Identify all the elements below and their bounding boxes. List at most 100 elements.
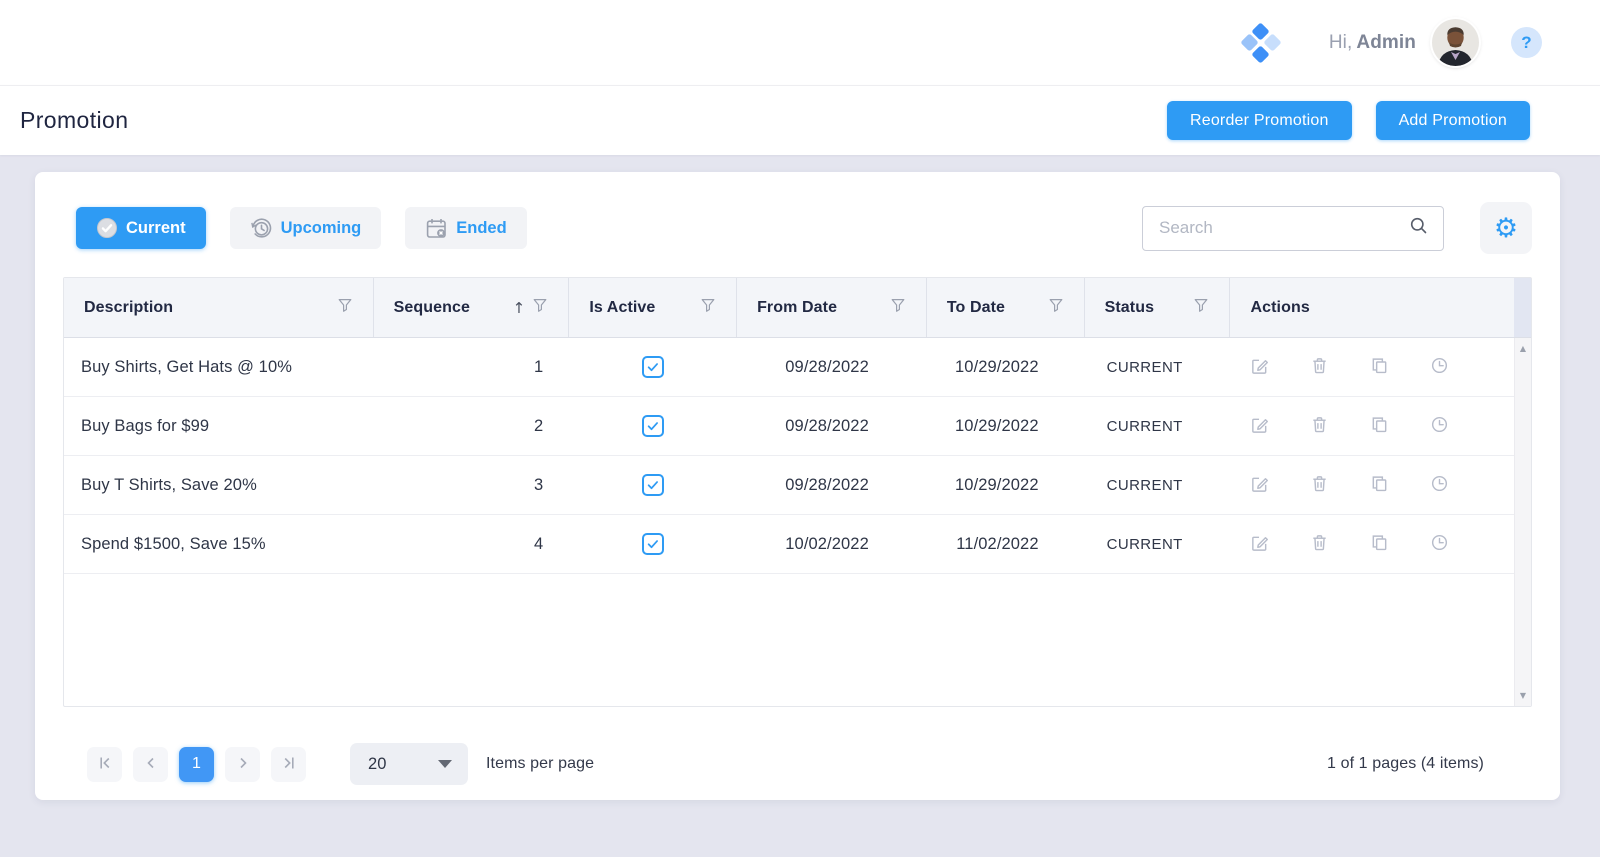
cell-from-date: 09/28/2022 — [737, 476, 927, 495]
clock-icon — [1430, 415, 1449, 437]
first-page-icon — [95, 753, 115, 776]
copy-icon — [1370, 474, 1389, 496]
cell-description: Buy Shirts, Get Hats @ 10% — [64, 358, 374, 377]
cell-sequence: 4 — [374, 535, 570, 554]
history-button[interactable] — [1430, 356, 1449, 378]
edit-button[interactable] — [1250, 533, 1269, 555]
avatar[interactable] — [1432, 19, 1479, 66]
previous-page-button[interactable] — [133, 747, 168, 782]
grid-settings-button[interactable]: ⚙ — [1480, 202, 1532, 254]
column-header-from-date[interactable]: From Date — [737, 278, 927, 337]
vertical-scrollbar[interactable]: ▲ ▼ — [1514, 338, 1531, 706]
clock-icon — [1430, 356, 1449, 378]
column-header-status[interactable]: Status — [1085, 278, 1231, 337]
is-active-checkbox[interactable] — [642, 415, 664, 437]
cell-actions — [1230, 415, 1514, 437]
column-header-actions: Actions — [1230, 278, 1514, 337]
clock-icon — [1430, 474, 1449, 496]
table-row: Buy Bags for $99 2 09/28/2022 10/29/2022… — [64, 397, 1514, 456]
history-button[interactable] — [1430, 474, 1449, 496]
is-active-checkbox[interactable] — [642, 356, 664, 378]
last-page-button[interactable] — [271, 747, 306, 782]
history-button[interactable] — [1430, 415, 1449, 437]
column-header-to-date[interactable]: To Date — [927, 278, 1085, 337]
header-scrollbar-cap — [1514, 278, 1531, 337]
tab-ended[interactable]: Ended — [405, 207, 526, 249]
gear-icon: ⚙ — [1494, 215, 1518, 242]
page-title: Promotion — [20, 107, 128, 134]
column-header-description[interactable]: Description — [64, 278, 374, 337]
cell-sequence: 3 — [374, 476, 570, 495]
page-size-select[interactable]: 20 — [350, 743, 468, 785]
clock-icon — [1430, 533, 1449, 555]
filter-icon[interactable] — [337, 297, 353, 318]
filter-icon[interactable] — [1193, 297, 1209, 318]
copy-button[interactable] — [1370, 356, 1389, 378]
cell-description: Buy T Shirts, Save 20% — [64, 476, 374, 495]
tab-current-label: Current — [126, 219, 186, 238]
scroll-down-icon[interactable]: ▼ — [1520, 691, 1526, 700]
cell-status: CURRENT — [1085, 418, 1231, 435]
next-page-button[interactable] — [225, 747, 260, 782]
edit-button[interactable] — [1250, 415, 1269, 437]
cell-to-date: 11/02/2022 — [927, 535, 1085, 554]
delete-button[interactable] — [1310, 415, 1329, 437]
delete-button[interactable] — [1310, 533, 1329, 555]
edit-button[interactable] — [1250, 474, 1269, 496]
cell-from-date: 09/28/2022 — [737, 358, 927, 377]
page-1-button[interactable]: 1 — [179, 747, 214, 782]
cell-from-date: 10/02/2022 — [737, 535, 927, 554]
help-button[interactable]: ? — [1511, 27, 1542, 58]
sort-ascending-icon: ↑ — [513, 299, 526, 317]
question-mark-icon: ? — [1521, 33, 1531, 53]
content-area: Current Upcoming — [0, 155, 1600, 800]
cell-to-date: 10/29/2022 — [927, 358, 1085, 377]
cell-status: CURRENT — [1085, 477, 1231, 494]
cell-description: Spend $1500, Save 15% — [64, 535, 374, 554]
filter-icon[interactable] — [890, 297, 906, 318]
copy-button[interactable] — [1370, 415, 1389, 437]
copy-icon — [1370, 356, 1389, 378]
filter-icon[interactable] — [700, 297, 716, 318]
reorder-promotion-button[interactable]: Reorder Promotion — [1167, 101, 1352, 140]
scroll-up-icon[interactable]: ▲ — [1520, 344, 1526, 353]
search-icon[interactable] — [1408, 215, 1429, 241]
table-body-rows: Buy Shirts, Get Hats @ 10% 1 09/28/2022 … — [64, 338, 1514, 706]
filter-icon[interactable] — [1048, 297, 1064, 318]
is-active-checkbox[interactable] — [642, 533, 664, 555]
table-row: Spend $1500, Save 15% 4 10/02/2022 11/02… — [64, 515, 1514, 574]
tab-upcoming[interactable]: Upcoming — [230, 207, 382, 249]
table-header: Description Sequence ↑ Is Active — [64, 278, 1531, 338]
column-header-sequence[interactable]: Sequence ↑ — [374, 278, 570, 337]
delete-button[interactable] — [1310, 356, 1329, 378]
copy-button[interactable] — [1370, 533, 1389, 555]
calendar-x-icon — [425, 217, 448, 240]
history-button[interactable] — [1430, 533, 1449, 555]
is-active-checkbox[interactable] — [642, 474, 664, 496]
filter-icon[interactable] — [532, 297, 548, 318]
grid-footer: 1 20 Items per page 1 of 1 pages (4 item… — [63, 743, 1532, 785]
copy-button[interactable] — [1370, 474, 1389, 496]
column-header-is-active[interactable]: Is Active — [569, 278, 737, 337]
first-page-button[interactable] — [87, 747, 122, 782]
edit-button[interactable] — [1250, 356, 1269, 378]
tab-ended-label: Ended — [456, 219, 506, 238]
search-box — [1142, 206, 1444, 251]
delete-button[interactable] — [1310, 474, 1329, 496]
search-input[interactable] — [1159, 218, 1408, 238]
trash-icon — [1310, 415, 1329, 437]
cell-from-date: 09/28/2022 — [737, 417, 927, 436]
page-header: Promotion Reorder Promotion Add Promotio… — [0, 85, 1600, 155]
tab-current[interactable]: Current — [76, 207, 206, 249]
apps-diamond-icon[interactable] — [1243, 25, 1279, 61]
clock-history-icon — [250, 217, 273, 240]
avatar-image — [1432, 19, 1479, 66]
status-filter-tabs: Current Upcoming — [76, 207, 527, 249]
page-size-value: 20 — [368, 755, 438, 774]
add-promotion-button[interactable]: Add Promotion — [1376, 101, 1530, 140]
last-page-icon — [279, 753, 299, 776]
trash-icon — [1310, 474, 1329, 496]
trash-icon — [1310, 533, 1329, 555]
cell-to-date: 10/29/2022 — [927, 417, 1085, 436]
cell-to-date: 10/29/2022 — [927, 476, 1085, 495]
